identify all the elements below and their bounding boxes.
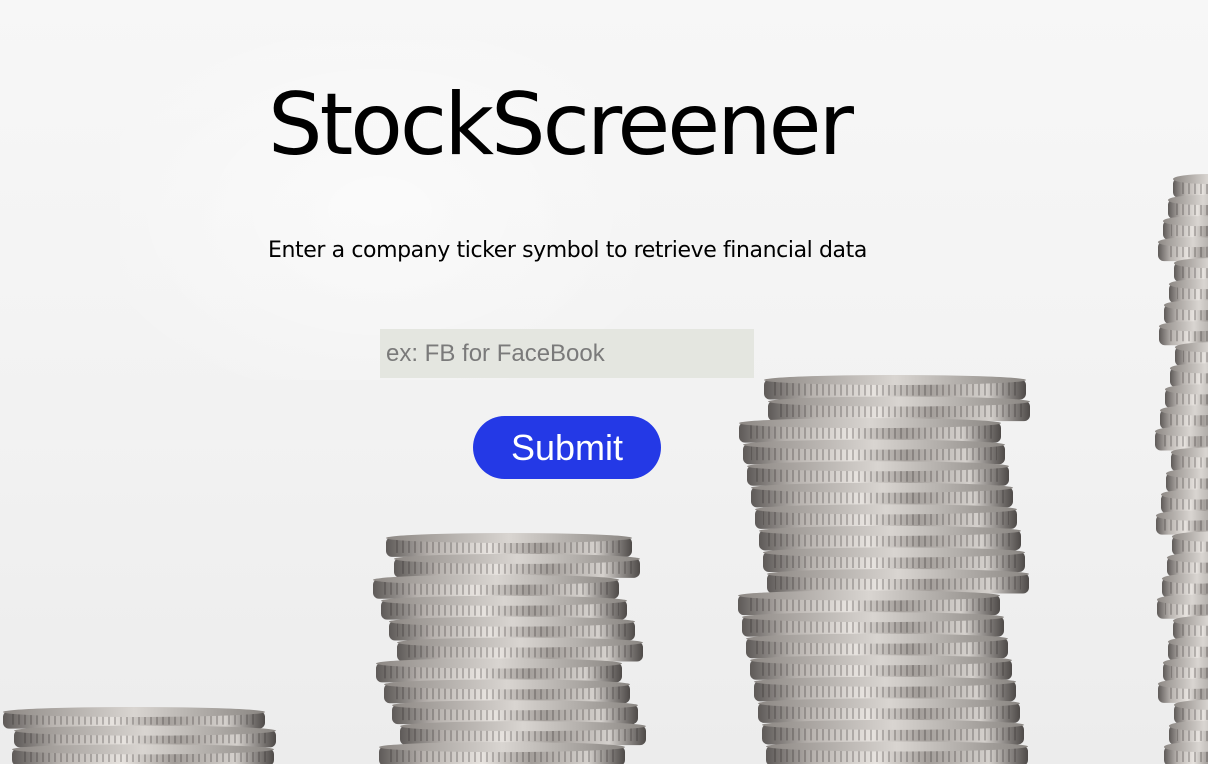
page-subtitle: Enter a company ticker symbol to retriev… [268, 238, 867, 263]
submit-button[interactable]: Submit [473, 416, 661, 479]
main-content: StockScreener Enter a company ticker sym… [0, 0, 1208, 764]
ticker-symbol-input[interactable] [380, 329, 754, 378]
page-title: StockScreener [268, 75, 854, 175]
